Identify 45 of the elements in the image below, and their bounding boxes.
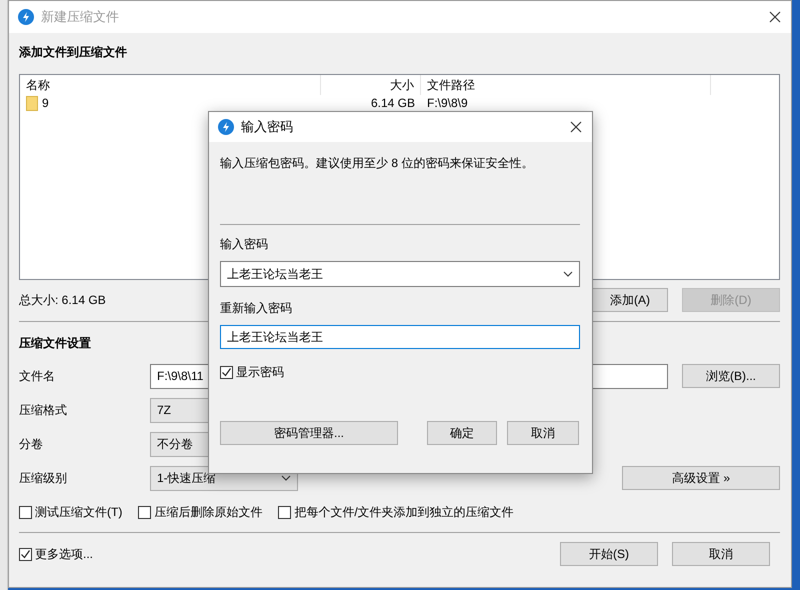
start-button[interactable]: 开始(S) xyxy=(560,542,658,566)
dialog-message: 输入压缩包密码。建议使用至少 8 位的密码来保证安全性。 xyxy=(220,155,534,172)
advanced-settings-button[interactable]: 高级设置 » xyxy=(622,466,780,490)
confirm-password-field[interactable]: 上老王论坛当老王 xyxy=(220,325,580,349)
close-icon[interactable] xyxy=(769,11,781,23)
ok-button[interactable]: 确定 xyxy=(427,421,497,445)
checkbox-label: 更多选项... xyxy=(35,546,94,562)
dialog-title: 输入密码 xyxy=(241,118,294,136)
column-header[interactable]: 名称 xyxy=(20,75,321,95)
file-path: F:\9\8\9 xyxy=(427,96,468,110)
checkbox-label: 把每个文件/文件夹添加到独立的压缩文件 xyxy=(294,504,514,520)
file-name: 9 xyxy=(42,96,49,110)
checkbox[interactable] xyxy=(19,506,32,518)
field-label: 压缩级别 xyxy=(19,470,68,486)
cancel-button[interactable]: 取消 xyxy=(672,542,770,566)
checkbox[interactable] xyxy=(278,506,292,518)
app-logo-icon xyxy=(218,119,234,135)
checkbox[interactable] xyxy=(19,548,32,560)
section-heading: 添加文件到压缩文件 xyxy=(19,44,127,61)
close-icon[interactable] xyxy=(570,121,582,133)
field-label: 输入密码 xyxy=(220,236,269,253)
total-size: 总大小: 6.14 GB xyxy=(19,292,106,308)
checkbox[interactable] xyxy=(138,506,152,518)
field-label: 压缩格式 xyxy=(19,402,68,418)
cancel-button[interactable]: 取消 xyxy=(507,421,579,445)
field-label: 分卷 xyxy=(19,436,44,452)
add-button[interactable]: 添加(A) xyxy=(592,288,668,312)
folder-icon xyxy=(26,96,38,110)
app-logo-icon xyxy=(18,9,34,25)
field-label: 重新输入密码 xyxy=(220,300,293,317)
checkbox-label: 压缩后删除原始文件 xyxy=(154,504,262,520)
column-header[interactable]: 大小 xyxy=(321,75,421,95)
chevron-down-icon xyxy=(281,475,291,481)
field-label: 文件名 xyxy=(19,368,56,384)
checkbox[interactable] xyxy=(220,366,233,379)
file-size: 6.14 GB xyxy=(370,96,415,110)
browse-button[interactable]: 浏览(B)... xyxy=(682,364,780,388)
window-title: 新建压缩文件 xyxy=(41,8,120,26)
password-field[interactable]: 上老王论坛当老王 xyxy=(220,261,580,287)
password-manager-button[interactable]: 密码管理器... xyxy=(220,421,398,445)
checkbox-label: 显示密码 xyxy=(236,364,284,381)
column-header[interactable]: 文件路径 xyxy=(421,75,711,95)
section-heading: 压缩文件设置 xyxy=(19,335,91,352)
checkbox-label: 测试压缩文件(T) xyxy=(35,504,122,520)
chevron-down-icon xyxy=(563,271,573,277)
